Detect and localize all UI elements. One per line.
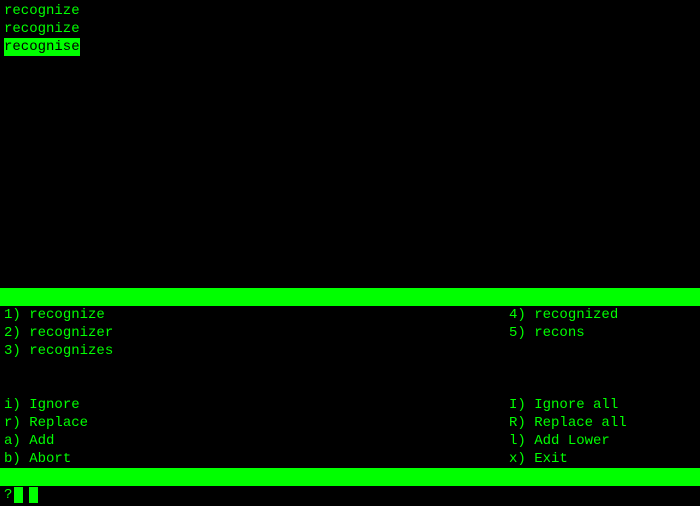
commands-column-right: I) Ignore all R) Replace all l) Add Lowe… bbox=[509, 396, 696, 468]
document-word: recognize bbox=[4, 3, 80, 19]
commands-column-left: i) Ignore r) Replace a) Add b) Abort bbox=[4, 396, 509, 468]
separator-bar bbox=[0, 468, 700, 486]
document-word: recognize bbox=[4, 21, 80, 37]
command-abort[interactable]: b) Abort bbox=[4, 450, 509, 468]
suggestion-word: recognizes bbox=[29, 343, 113, 359]
suggestions-column-right: 4) recognized 5) recons bbox=[509, 306, 696, 360]
suggestion-key: 5 bbox=[509, 325, 517, 341]
suggestion-item[interactable]: 2) recognizer bbox=[4, 324, 509, 342]
command-add[interactable]: a) Add bbox=[4, 432, 509, 450]
suggestion-word: recognize bbox=[29, 307, 105, 323]
command-key: x bbox=[509, 451, 517, 467]
prompt-char: ? bbox=[4, 486, 12, 504]
suggestion-key: 2 bbox=[4, 325, 12, 341]
command-label: Add Lower bbox=[534, 433, 610, 449]
suggestion-item[interactable]: 1) recognize bbox=[4, 306, 509, 324]
suggestion-word: recognizer bbox=[29, 325, 113, 341]
command-key: l bbox=[509, 433, 517, 449]
command-label: Exit bbox=[534, 451, 568, 467]
command-label: Add bbox=[29, 433, 54, 449]
command-key: i bbox=[4, 397, 12, 413]
command-add-lower[interactable]: l) Add Lower bbox=[509, 432, 696, 450]
document-line: recognize bbox=[4, 2, 696, 20]
command-key: R bbox=[509, 415, 517, 431]
command-key: r bbox=[4, 415, 12, 431]
suggestion-word: recons bbox=[534, 325, 584, 341]
command-key: b bbox=[4, 451, 12, 467]
command-replace-all[interactable]: R) Replace all bbox=[509, 414, 696, 432]
blank-area bbox=[0, 360, 700, 396]
suggestions-area: 1) recognize 2) recognizer 3) recognizes… bbox=[0, 306, 700, 360]
command-key: a bbox=[4, 433, 12, 449]
command-ignore-all[interactable]: I) Ignore all bbox=[509, 396, 696, 414]
command-label: Replace all bbox=[534, 415, 626, 431]
command-label: Ignore bbox=[29, 397, 79, 413]
command-label: Ignore all bbox=[534, 397, 618, 413]
command-label: Abort bbox=[29, 451, 71, 467]
separator-bar bbox=[0, 288, 700, 306]
command-replace[interactable]: r) Replace bbox=[4, 414, 509, 432]
suggestion-item[interactable]: 3) recognizes bbox=[4, 342, 509, 360]
suggestions-column-left: 1) recognize 2) recognizer 3) recognizes bbox=[4, 306, 509, 360]
misspelled-word: recognise bbox=[4, 38, 80, 56]
suggestion-item[interactable]: 5) recons bbox=[509, 324, 696, 342]
command-ignore[interactable]: i) Ignore bbox=[4, 396, 509, 414]
suggestion-key: 4 bbox=[509, 307, 517, 323]
suggestion-word: recognized bbox=[534, 307, 618, 323]
suggestion-item[interactable]: 4) recognized bbox=[509, 306, 696, 324]
prompt-area[interactable]: ? bbox=[0, 486, 700, 504]
empty-space bbox=[0, 56, 700, 288]
cursor-icon bbox=[29, 487, 38, 503]
command-key: I bbox=[509, 397, 517, 413]
suggestion-key: 3 bbox=[4, 343, 12, 359]
document-line: recognize bbox=[4, 20, 696, 38]
commands-area: i) Ignore r) Replace a) Add b) Abort I) … bbox=[0, 396, 700, 468]
document-line: recognise bbox=[4, 38, 696, 56]
document-area: recognize recognize recognise bbox=[0, 0, 700, 56]
cursor-icon bbox=[14, 487, 23, 503]
command-exit[interactable]: x) Exit bbox=[509, 450, 696, 468]
suggestion-key: 1 bbox=[4, 307, 12, 323]
command-label: Replace bbox=[29, 415, 88, 431]
